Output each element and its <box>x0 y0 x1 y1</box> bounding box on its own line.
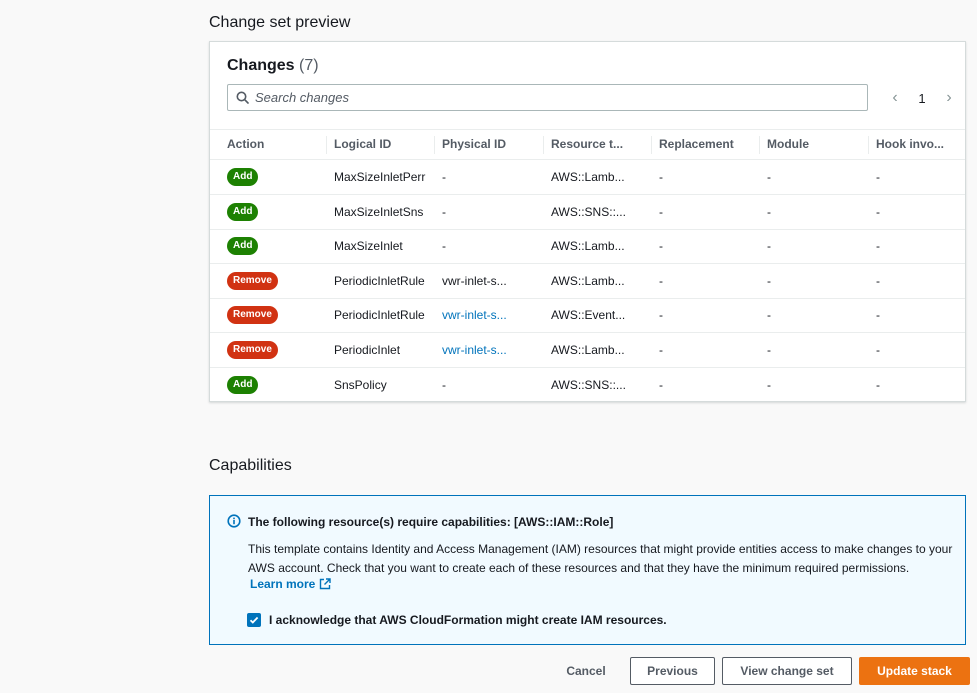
changes-label: Changes <box>227 57 295 74</box>
table-cell: SnsPolicy <box>334 377 387 392</box>
action-badge: Remove <box>227 306 278 325</box>
check-icon <box>249 616 259 624</box>
alert-title: The following resource(s) require capabi… <box>248 515 614 529</box>
learn-more-link[interactable]: Learn more <box>250 577 332 591</box>
table-cell: AWS::Event... <box>551 308 626 323</box>
column-divider[interactable] <box>326 136 327 154</box>
search-box[interactable] <box>227 84 868 111</box>
column-header[interactable]: Replacement <box>659 137 754 151</box>
table-row: Remove PeriodicInletRule vwr-inlet-s... AWS… <box>210 298 965 334</box>
table-cell: - <box>767 273 771 288</box>
change-set-preview-title: Change set preview <box>209 14 351 31</box>
table-cell: - <box>659 204 663 219</box>
table-cell: - <box>767 204 771 219</box>
external-link-icon <box>320 578 332 590</box>
table-cell: - <box>876 170 880 184</box>
table-row: Remove PeriodicInletRule vwr-inlet-s... AWS… <box>210 264 965 299</box>
page: Change set preview Changes (7) ‹ 1 › Act… <box>0 0 977 693</box>
table-cell: - <box>876 343 880 357</box>
table-cell: - <box>442 239 446 254</box>
table-row: Add MaxSizeInletPerr - AWS::Lamb... - - - <box>210 160 965 195</box>
table-cell: PeriodicInletRule <box>334 308 425 323</box>
table-cell: - <box>767 377 771 392</box>
table-cell: AWS::Lamb... <box>551 273 625 288</box>
capabilities-alert: The following resource(s) require capabi… <box>209 495 966 645</box>
cancel-button[interactable]: Cancel <box>556 657 616 685</box>
table-header: Action Logical ID Physical ID Resource t...… <box>210 129 965 160</box>
action-badge: Add <box>227 202 259 221</box>
table-cell: - <box>767 343 771 357</box>
column-header[interactable]: Resource t... <box>551 137 646 151</box>
action-badge: Remove <box>227 341 278 359</box>
table-cell: - <box>876 204 880 219</box>
table-cell: MaxSizeInlet <box>334 239 403 254</box>
acknowledge-label: I acknowledge that AWS CloudFormation mi… <box>269 613 667 627</box>
table-cell: MaxSizeInletSns <box>334 204 424 219</box>
table-cell: AWS::SNS::... <box>551 377 626 392</box>
table-row: Add SnsPolicy - AWS::SNS::... - - - <box>210 368 965 403</box>
column-header[interactable]: Physical ID <box>442 137 537 151</box>
search-input[interactable] <box>255 90 835 105</box>
info-icon <box>227 514 241 528</box>
learn-more-label: Learn more <box>250 577 316 591</box>
column-divider[interactable] <box>759 136 760 154</box>
table-cell: AWS::Lamb... <box>551 239 625 254</box>
acknowledge-checkbox[interactable] <box>247 613 261 627</box>
view-change-set-button[interactable]: View change set <box>722 657 852 685</box>
table-cell: - <box>442 204 446 219</box>
table-cell: AWS::SNS::... <box>551 204 626 219</box>
acknowledge-row[interactable]: I acknowledge that AWS CloudFormation mi… <box>247 613 667 627</box>
table-cell: - <box>767 308 771 323</box>
table-cell: - <box>659 170 663 184</box>
action-badge: Add <box>227 237 259 256</box>
table-cell: AWS::Lamb... <box>551 343 625 357</box>
next-page-icon[interactable]: › <box>941 89 957 107</box>
update-stack-button[interactable]: Update stack <box>859 657 970 685</box>
table-cell: - <box>442 170 446 184</box>
table-row: Add MaxSizeInlet - AWS::Lamb... - - - <box>210 229 965 265</box>
table-cell: - <box>659 377 663 392</box>
page-number[interactable]: 1 <box>918 91 925 106</box>
table-cell: - <box>876 377 880 392</box>
table-cell: MaxSizeInletPerr <box>334 170 426 184</box>
column-divider[interactable] <box>868 136 869 154</box>
table-cell: - <box>876 273 880 288</box>
action-badge: Add <box>227 168 259 186</box>
table-cell: PeriodicInletRule <box>334 273 425 288</box>
changes-count: (7) <box>299 57 319 74</box>
table-cell: - <box>659 308 663 323</box>
table-cell: - <box>767 239 771 254</box>
changes-card: Changes (7) ‹ 1 › Action Logical ID Physic… <box>209 41 966 402</box>
table-cell: vwr-inlet-s... <box>442 273 507 288</box>
physical-id-link[interactable]: vwr-inlet-s... <box>442 308 537 322</box>
column-header[interactable]: Module <box>767 137 862 151</box>
table-cell: - <box>659 239 663 254</box>
table-cell: - <box>659 273 663 288</box>
action-badge: Add <box>227 375 259 394</box>
alert-text: This template contains Identity and Acce… <box>248 542 953 575</box>
changes-header: Changes (7) <box>227 57 319 75</box>
physical-id-link[interactable]: vwr-inlet-s... <box>442 343 537 357</box>
table-cell: - <box>659 343 663 357</box>
table-row: Remove PeriodicInlet vwr-inlet-s... AWS::La… <box>210 333 965 368</box>
table-cell: PeriodicInlet <box>334 343 401 357</box>
table-cell: - <box>767 170 771 184</box>
pagination: ‹ 1 › <box>887 86 957 110</box>
column-header[interactable]: Hook invo... <box>876 137 956 151</box>
table-cell: - <box>876 239 880 254</box>
capabilities-title: Capabilities <box>209 457 292 474</box>
previous-button[interactable]: Previous <box>630 657 715 685</box>
prev-page-icon[interactable]: ‹ <box>887 89 903 107</box>
column-divider[interactable] <box>543 136 544 154</box>
search-icon <box>236 91 249 104</box>
table-cell: AWS::Lamb... <box>551 170 625 184</box>
column-divider[interactable] <box>651 136 652 154</box>
column-divider[interactable] <box>434 136 435 154</box>
table-cell: - <box>442 377 446 392</box>
column-header[interactable]: Logical ID <box>334 137 429 151</box>
table-row: Add MaxSizeInletSns - AWS::SNS::... - - - <box>210 195 965 230</box>
action-badge: Remove <box>227 271 278 290</box>
table-cell: - <box>876 308 880 323</box>
column-header[interactable]: Action <box>227 137 322 151</box>
